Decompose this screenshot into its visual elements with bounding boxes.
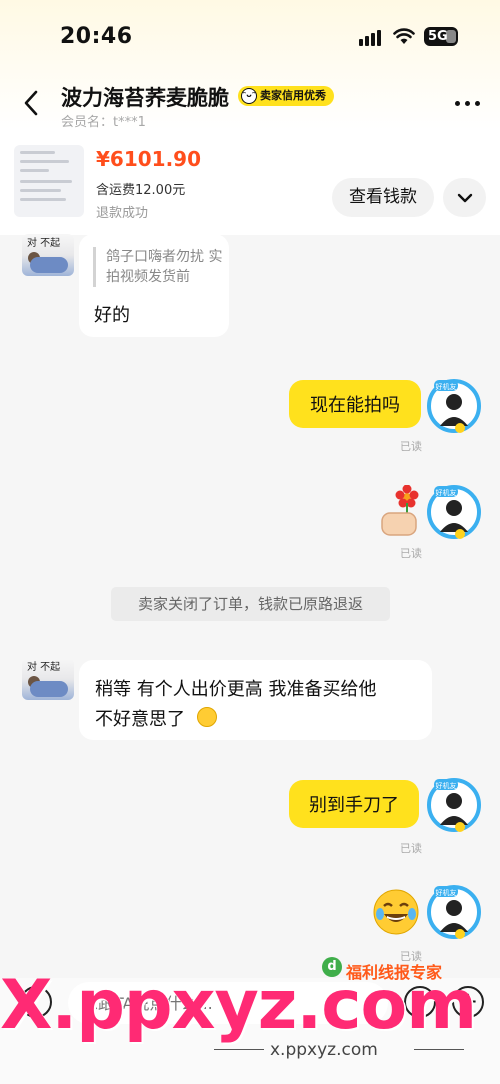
quote-bar (93, 247, 96, 287)
svg-text:好机友: 好机友 (436, 488, 457, 497)
grimace-emoji-icon (197, 707, 217, 727)
read-receipt: 已读 (400, 547, 422, 560)
cellular-signal-icon (359, 30, 383, 46)
tears-of-joy-emoji[interactable] (372, 888, 420, 936)
read-receipt: 已读 (400, 842, 422, 855)
member-name: 会员名：t***1 (61, 115, 146, 130)
watermark-divider (414, 1049, 464, 1050)
seller-credit-badge[interactable]: ᵔᴗᵔ 卖家信用优秀 (238, 86, 334, 106)
order-thumbnail[interactable] (14, 145, 84, 217)
read-receipt: 已读 (400, 440, 422, 453)
item-title[interactable]: 波力海苔荞麦脆脆 (61, 82, 229, 112)
message-text: 稍等 有个人出价更高 我准备买给他 (95, 679, 377, 700)
seller-avatar[interactable]: 对 不起 (22, 658, 74, 700)
refund-status: 退款成功 (96, 206, 149, 221)
view-money-button[interactable]: 查看钱款 (332, 178, 434, 217)
my-avatar[interactable]: 好机友 (426, 378, 482, 434)
seller-avatar[interactable]: 对 不起 (22, 234, 74, 276)
back-button[interactable] (14, 86, 48, 120)
my-avatar[interactable]: 好机友 (426, 884, 482, 940)
watermark-large-text: X.ppxyz.com (0, 966, 477, 1045)
badge-label: 卖家信用优秀 (260, 89, 326, 102)
my-avatar[interactable]: 好机友 (426, 484, 482, 540)
svg-text:好机友: 好机友 (436, 382, 457, 391)
network-type: 5G (428, 29, 448, 44)
shipping-fee: 含运费12.00元 (96, 183, 186, 198)
chevron-left-icon (24, 90, 38, 116)
my-avatar[interactable]: 好机友 (426, 777, 482, 833)
message-bubble-me[interactable]: 别到手刀了 (289, 780, 419, 828)
message-text: 不好意思了 (95, 709, 185, 730)
more-options-button[interactable] (450, 92, 484, 114)
svg-text:好机友: 好机友 (436, 888, 457, 897)
quoted-text: 鸽子口嗨者勿扰 实拍视频发货前 (106, 249, 223, 285)
watermark-small-text: x.ppxyz.com (270, 1040, 378, 1060)
svg-text:好机友: 好机友 (436, 781, 457, 790)
message-bubble-me[interactable]: 现在能拍吗 (289, 380, 421, 428)
flower-thumbs-sticker[interactable] (376, 484, 420, 537)
order-price: ¥6101.90 (96, 147, 202, 171)
chevron-down-icon (457, 193, 472, 202)
status-time: 20:46 (60, 24, 133, 49)
system-message: 卖家关闭了订单，钱款已原路退返 (111, 587, 390, 621)
wifi-icon (393, 27, 415, 45)
message-text: 好的 (94, 305, 130, 326)
expand-order-button[interactable] (443, 178, 486, 217)
watermark-divider (214, 1049, 264, 1050)
battery-icon: 5G (424, 27, 458, 46)
smile-face-icon: ᵔᴗᵔ (241, 88, 257, 104)
